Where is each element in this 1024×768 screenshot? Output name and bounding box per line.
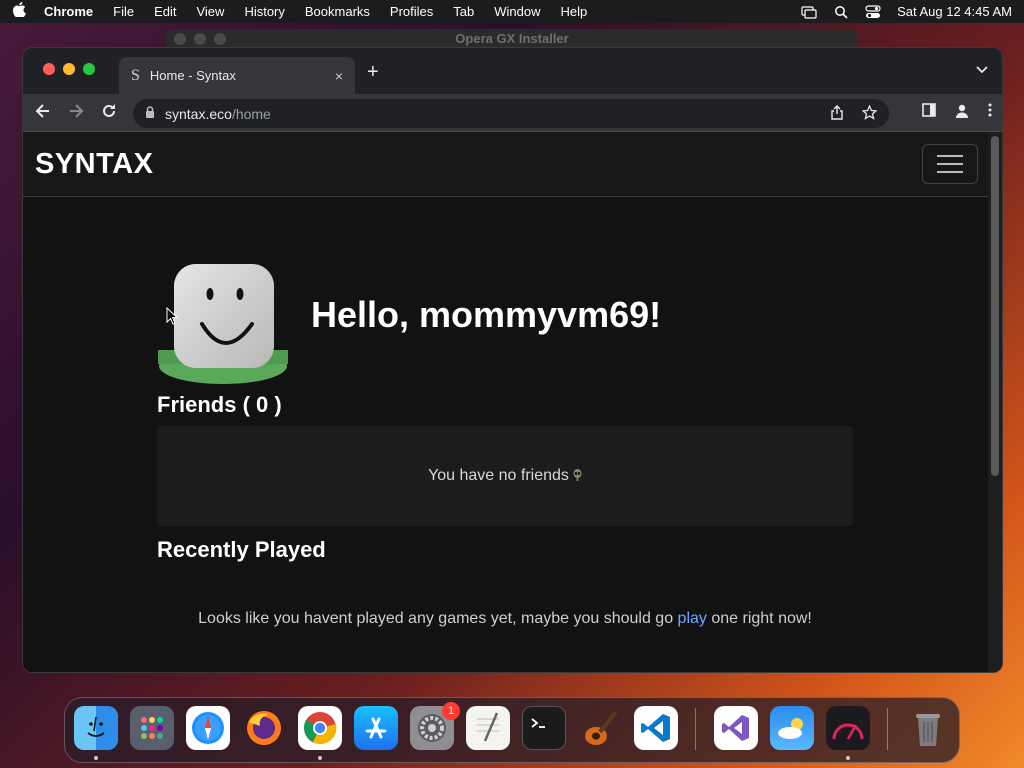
friends-panel: You have no friends xyxy=(157,426,853,526)
terminal-icon[interactable] xyxy=(522,706,566,750)
menu-window[interactable]: Window xyxy=(494,4,540,19)
address-bar[interactable]: syntax.eco/home xyxy=(133,99,889,128)
background-window-controls xyxy=(174,33,226,45)
weather-icon[interactable] xyxy=(770,706,814,750)
menu-edit[interactable]: Edit xyxy=(154,4,176,19)
garageband-icon[interactable] xyxy=(578,706,622,750)
textedit-icon[interactable] xyxy=(466,706,510,750)
running-indicator xyxy=(94,756,98,760)
apple-menu-icon[interactable] xyxy=(12,2,26,21)
close-window-button[interactable] xyxy=(43,63,55,75)
launchpad-icon[interactable] xyxy=(130,706,174,750)
forward-arrow-icon[interactable] xyxy=(66,103,86,124)
recent-msg-before: Looks like you havent played any games y… xyxy=(198,610,678,627)
menu-profiles[interactable]: Profiles xyxy=(390,4,433,19)
settings-notification-badge: 1 xyxy=(442,702,460,720)
zoom-window-button[interactable] xyxy=(83,63,95,75)
visual-studio-icon[interactable] xyxy=(714,706,758,750)
site-brand-logo[interactable]: SYNTAX xyxy=(35,148,153,181)
profile-icon[interactable] xyxy=(954,103,970,123)
firefox-icon[interactable] xyxy=(242,706,286,750)
recently-played-empty-message: Looks like you havent played any games y… xyxy=(157,610,853,628)
menu-app-name[interactable]: Chrome xyxy=(44,4,93,19)
tab-home-syntax[interactable]: S Home - Syntax × xyxy=(119,57,355,94)
chrome-icon[interactable] xyxy=(298,706,342,750)
trash-icon[interactable] xyxy=(906,706,950,750)
greeting-heading: Hello, mommyvm69! xyxy=(311,294,662,335)
mouse-cursor-icon xyxy=(166,307,178,325)
menu-file[interactable]: File xyxy=(113,4,134,19)
friends-empty-message: You have no friends xyxy=(428,467,569,484)
chrome-window: S Home - Syntax × + syntax.eco/home SYNT… xyxy=(22,47,1003,673)
scrollbar-thumb[interactable] xyxy=(991,136,999,476)
tab-title: Home - Syntax xyxy=(149,68,236,83)
site-navbar: SYNTAX xyxy=(23,132,990,197)
safari-icon[interactable] xyxy=(186,706,230,750)
reload-icon[interactable] xyxy=(99,103,119,124)
spotlight-search-icon[interactable] xyxy=(833,5,849,19)
tab-search-chevron-icon[interactable] xyxy=(976,63,988,77)
menu-help[interactable]: Help xyxy=(561,4,588,19)
screen-mirroring-icon[interactable] xyxy=(801,5,817,19)
friends-heading: Friends ( 0 ) xyxy=(157,392,282,417)
app-store-icon[interactable] xyxy=(354,706,398,750)
alien-emoji-icon xyxy=(573,468,582,484)
menubar-datetime[interactable]: Sat Aug 12 4:45 AM xyxy=(897,4,1012,19)
url-host: syntax.eco xyxy=(165,105,232,122)
finder-icon[interactable] xyxy=(74,706,118,750)
dock-separator xyxy=(887,708,888,750)
tab-close-icon[interactable]: × xyxy=(335,68,343,84)
window-controls xyxy=(43,63,95,75)
gauge-app-icon[interactable] xyxy=(826,706,870,750)
browser-toolbar: syntax.eco/home xyxy=(23,94,1002,132)
recently-played-heading: Recently Played xyxy=(157,537,326,562)
menu-view[interactable]: View xyxy=(196,4,224,19)
running-indicator xyxy=(846,756,850,760)
page-scrollbar[interactable] xyxy=(988,132,1002,672)
running-indicator xyxy=(318,756,322,760)
control-center-icon[interactable] xyxy=(865,4,881,19)
tab-strip: S Home - Syntax × + xyxy=(23,48,1002,94)
url-path: /home xyxy=(231,105,271,122)
vscode-icon[interactable] xyxy=(634,706,678,750)
menu-history[interactable]: History xyxy=(244,4,284,19)
new-tab-button[interactable]: + xyxy=(367,61,379,84)
menu-bookmarks[interactable]: Bookmarks xyxy=(305,4,370,19)
background-window-title: Opera GX Installer xyxy=(455,31,569,46)
play-link[interactable]: play xyxy=(678,610,707,627)
lock-icon[interactable] xyxy=(145,106,155,121)
minimize-window-button[interactable] xyxy=(63,63,75,75)
background-window[interactable]: Opera GX Installer xyxy=(166,29,858,49)
menu-tab[interactable]: Tab xyxy=(453,4,474,19)
tab-favicon-icon: S xyxy=(131,66,140,84)
dock-separator xyxy=(695,708,696,750)
side-panel-icon[interactable] xyxy=(922,103,936,123)
share-icon[interactable] xyxy=(830,104,844,123)
page-viewport: SYNTAX Hello, mommyvm69! Friends (0) Y… xyxy=(23,132,990,672)
bookmark-star-icon[interactable] xyxy=(861,103,878,123)
hamburger-menu-button[interactable] xyxy=(922,144,978,184)
recent-msg-after: one right now! xyxy=(706,610,812,627)
system-settings-icon[interactable]: 1 xyxy=(410,702,460,750)
dock: 1 xyxy=(64,697,960,763)
more-menu-icon[interactable] xyxy=(988,103,992,123)
back-arrow-icon[interactable] xyxy=(33,103,53,124)
menu-bar: Chrome File Edit View History Bookmarks … xyxy=(0,0,1024,23)
